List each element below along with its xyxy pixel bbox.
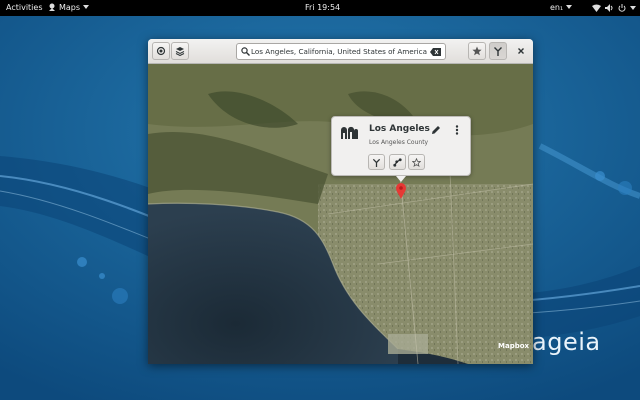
chevron-down-icon — [566, 5, 573, 9]
favorite-icon — [412, 157, 421, 167]
more-options-icon[interactable] — [454, 125, 460, 135]
place-share-button[interactable] — [389, 154, 406, 170]
route-icon — [494, 47, 502, 56]
place-subtitle: Los Angeles County — [369, 139, 429, 146]
place-title: Los Angeles — [369, 124, 430, 134]
system-menu[interactable] — [592, 0, 636, 16]
chevron-down-icon — [83, 5, 90, 9]
chevron-down-icon — [630, 6, 636, 10]
location-icon — [156, 46, 166, 56]
place-favorite-button[interactable] — [408, 154, 425, 170]
clear-icon[interactable] — [430, 48, 441, 56]
route-button[interactable] — [489, 42, 507, 60]
search-value: Los Angeles, California, United States o… — [251, 47, 428, 56]
map-view[interactable]: Mapbox — [148, 64, 533, 364]
top-bar: Activities Maps Fri 19:54 en₁ — [0, 0, 640, 16]
maps-app-icon — [49, 3, 55, 11]
share-icon — [393, 157, 402, 167]
favorites-button[interactable] — [468, 42, 486, 60]
favorite-icon — [472, 46, 482, 56]
volume-icon — [605, 4, 613, 12]
maps-window: Los Angeles, California, United States o… — [148, 39, 533, 364]
input-language[interactable]: en₁ — [550, 0, 573, 16]
clock[interactable]: Fri 19:54 — [305, 0, 340, 16]
close-icon — [518, 48, 524, 54]
language-label: en₁ — [550, 3, 564, 12]
distro-logo: ageia — [532, 328, 601, 356]
activities-button[interactable]: Activities — [6, 0, 43, 16]
header-bar: Los Angeles, California, United States o… — [148, 39, 533, 64]
edit-icon[interactable] — [431, 125, 441, 135]
place-marker-icon[interactable] — [396, 183, 406, 199]
layers-button[interactable] — [171, 42, 189, 60]
app-menu[interactable]: Maps — [48, 0, 90, 16]
power-icon — [618, 4, 626, 12]
satellite-map — [148, 64, 533, 364]
search-icon — [241, 47, 250, 56]
map-attribution: Mapbox — [498, 342, 530, 350]
place-search-entry[interactable]: Los Angeles, California, United States o… — [236, 43, 446, 60]
close-button[interactable] — [512, 42, 530, 60]
layers-icon — [175, 47, 185, 56]
place-route-button[interactable] — [368, 154, 385, 170]
route-icon — [372, 158, 381, 167]
go-to-current-location-button[interactable] — [152, 42, 170, 60]
app-menu-label: Maps — [59, 3, 81, 12]
city-icon — [341, 126, 358, 139]
place-popover: Los Angeles Los Angeles County — [331, 116, 471, 182]
network-icon — [592, 4, 601, 12]
